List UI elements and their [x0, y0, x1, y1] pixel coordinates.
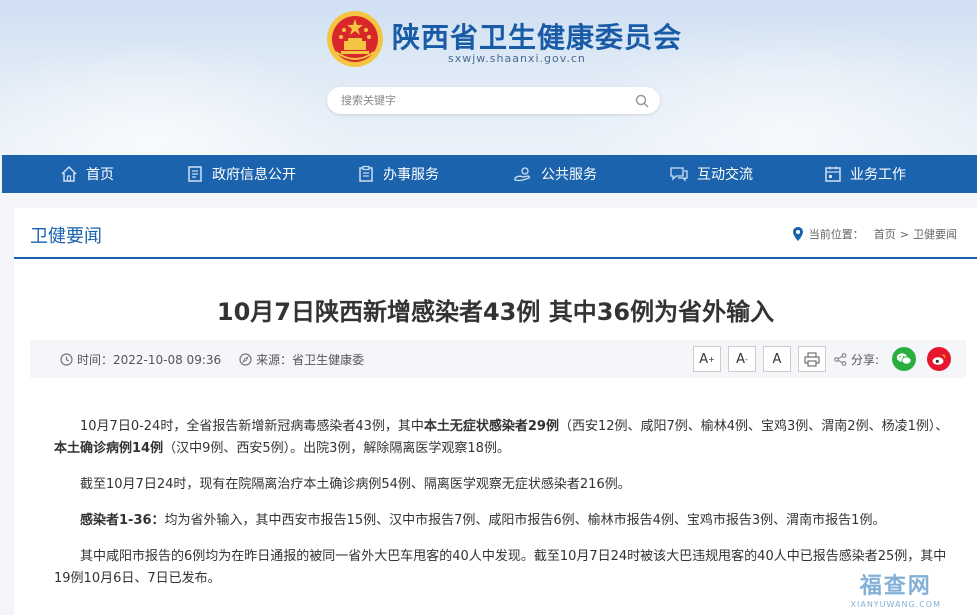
- breadcrumb-current-link[interactable]: 卫健要闻: [913, 226, 957, 242]
- breadcrumb: 当前位置： 首页 > 卫健要闻: [792, 226, 957, 242]
- clipboard-icon: [359, 165, 373, 182]
- content-panel: 卫健要闻 当前位置： 首页 > 卫健要闻 10月7日陕西新增感染者43例 其中3…: [14, 208, 977, 615]
- nav-label-interaction: 互动交流: [697, 167, 753, 183]
- nav-item-interaction[interactable]: 互动交流: [669, 155, 753, 193]
- font-decrease-button[interactable]: A-: [728, 346, 756, 372]
- search-box: [327, 87, 660, 114]
- share-label: 分享:: [851, 353, 880, 367]
- wechat-icon: [896, 353, 912, 365]
- home-icon: [61, 165, 77, 182]
- share-icon: [834, 353, 847, 366]
- nav-label-business: 业务工作: [850, 167, 906, 183]
- p1-text-1: 10月7日0-24时，全省报告新增新冠病毒感染者43例，其中: [80, 419, 424, 434]
- weibo-icon: [932, 354, 946, 365]
- font-decrease-label: A: [736, 351, 745, 367]
- breadcrumb-separator: >: [899, 227, 909, 241]
- article-body: 10月7日0-24时，全省报告新增新冠病毒感染者43例，其中本土无症状感染者29…: [54, 416, 950, 604]
- clock-icon: [60, 353, 73, 366]
- article-title: 10月7日陕西新增感染者43例 其中36例为省外输入: [216, 298, 775, 326]
- nav-label-services: 办事服务: [383, 167, 439, 183]
- nav-label-gov-info: 政府信息公开: [212, 167, 296, 183]
- p3-bold-infected: 感染者1-36：: [80, 513, 165, 528]
- font-increase-button[interactable]: A +: [693, 346, 721, 372]
- p1-bold-confirmed: 本土确诊病例14例: [54, 441, 164, 456]
- share-section: 分享:: [834, 351, 879, 368]
- article-paragraph-2: 截至10月7日24时，现有在院隔离治疗本土确诊病例54例、隔离医学观察无症状感染…: [80, 477, 631, 492]
- watermark-sub: XIANYUWANG.COM: [850, 600, 941, 609]
- nav-label-home: 首页: [86, 167, 114, 183]
- document-icon: [188, 166, 202, 182]
- p3-text-1: 均为省外输入，其中西安市报告15例、汉中市报告7例、咸阳市报告6例、榆林市报告4…: [164, 513, 886, 528]
- nav-item-public-services[interactable]: 公共服务: [513, 155, 597, 193]
- national-emblem-logo[interactable]: [326, 10, 384, 68]
- breadcrumb-home-link[interactable]: 首页: [874, 226, 896, 242]
- printer-icon: [804, 351, 820, 367]
- share-weibo-button[interactable]: [927, 347, 951, 371]
- search-icon[interactable]: [634, 93, 650, 109]
- article-paragraph-1: 10月7日0-24时，全省报告新增新冠病毒感染者43例，其中本土无症状感染者29…: [54, 416, 950, 460]
- site-header: 陕西省卫生健康委员会 sxwjw.shaanxi.gov.cn: [0, 0, 977, 155]
- print-button[interactable]: [798, 346, 826, 372]
- font-reset-label: A: [772, 351, 782, 367]
- breadcrumb-prefix: 当前位置：: [808, 228, 864, 241]
- article-source: 来源：省卫生健康委: [256, 353, 365, 367]
- font-increase-sup: +: [708, 354, 715, 364]
- main-nav: 首页 政府信息公开 办事服务 公共服务 互动交流 业务工作: [2, 155, 977, 193]
- watermark-main: 福查网: [859, 574, 932, 599]
- compass-icon: [239, 353, 252, 366]
- font-decrease-sup: -: [745, 354, 748, 364]
- section-header: 卫健要闻 当前位置： 首页 > 卫健要闻: [14, 208, 977, 259]
- header-glow-left: [0, 40, 360, 155]
- location-pin-icon: [792, 227, 803, 241]
- watermark: 福查网 XIANYUWANG.COM: [851, 568, 942, 609]
- p1-text-2: （西安12例、咸阳7例、榆林4例、宝鸡3例、渭南2例、杨凌1例）、: [558, 419, 949, 434]
- nav-item-services[interactable]: 办事服务: [357, 155, 439, 193]
- hand-service-icon: [514, 167, 530, 182]
- chat-icon: [670, 167, 688, 182]
- section-title: 卫健要闻: [30, 226, 102, 247]
- site-domain: sxwjw.shaanxi.gov.cn: [448, 52, 586, 65]
- font-reset-button[interactable]: A: [763, 346, 791, 372]
- publish-time: 时间：2022-10-08 09:36: [77, 353, 222, 367]
- share-wechat-button[interactable]: [892, 347, 916, 371]
- nav-item-gov-info[interactable]: 政府信息公开: [186, 155, 296, 193]
- font-increase-label: A: [699, 351, 709, 367]
- article-meta: 时间：2022-10-08 09:36 来源：省卫生健康委: [60, 351, 364, 368]
- site-title[interactable]: 陕西省卫生健康委员会: [392, 16, 682, 56]
- p1-text-3: （汉中9例、西安5例）。出院3例，解除隔离医学观察18例。: [163, 441, 510, 456]
- article-paragraph-4: 其中咸阳市报告的6例均为在昨日通报的被同一省外大巴车甩客的40人中发现。截至10…: [54, 549, 947, 586]
- calendar-icon: [825, 166, 841, 182]
- nav-label-public-services: 公共服务: [541, 167, 597, 183]
- p1-bold-asymptomatic: 本土无症状感染者29例: [423, 419, 559, 434]
- nav-item-home[interactable]: 首页: [60, 155, 114, 193]
- article-meta-bar: 时间：2022-10-08 09:36 来源：省卫生健康委 A + A- A 分…: [30, 340, 966, 378]
- search-input[interactable]: [341, 92, 621, 109]
- nav-item-business[interactable]: 业务工作: [824, 155, 906, 193]
- article-paragraph-3: 感染者1-36：均为省外输入，其中西安市报告15例、汉中市报告7例、咸阳市报告6…: [54, 510, 950, 532]
